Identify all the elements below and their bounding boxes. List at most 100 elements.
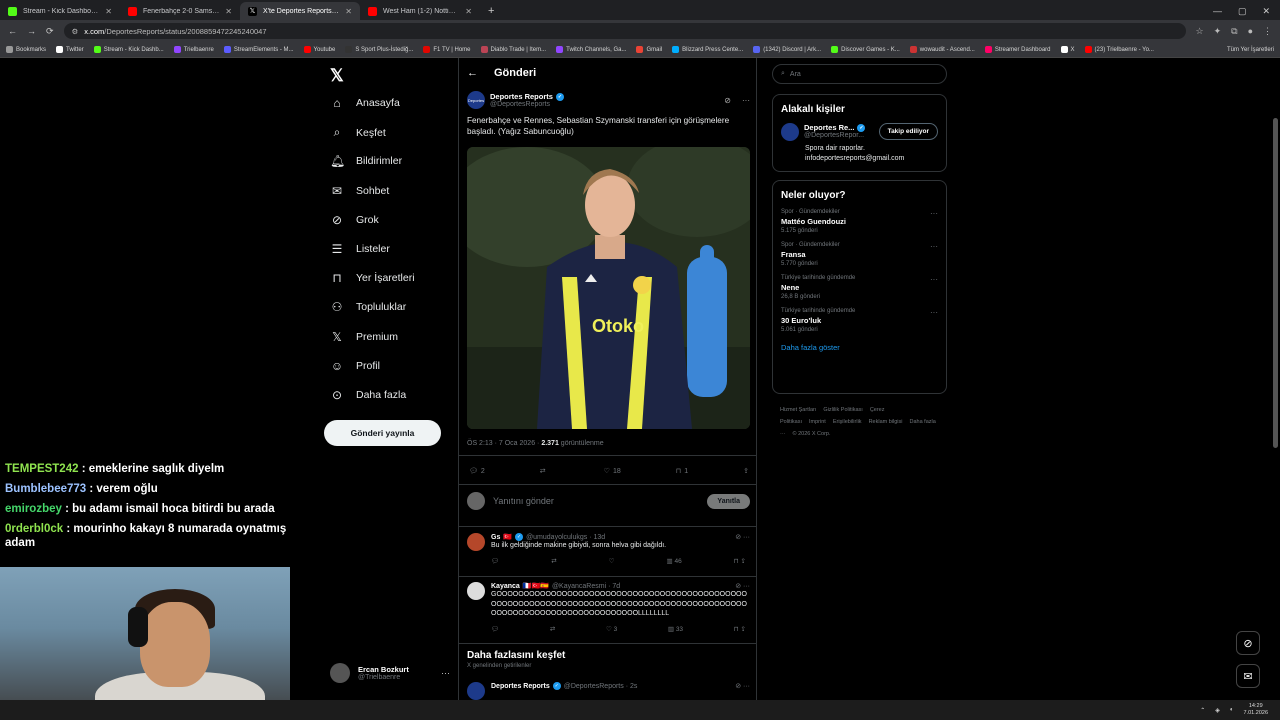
avatar[interactable] <box>467 533 485 551</box>
more-icon[interactable]: ⊘ ··· <box>735 582 750 590</box>
tab-1[interactable]: Fenerbahçe 2-0 Samsunspor | Ö✕ <box>120 2 240 20</box>
trend-item[interactable]: Spor · Gündemdekiler Mattéo Guendouzi 5.17… <box>773 209 946 234</box>
volume-icon[interactable]: ◐ <box>1230 707 1234 713</box>
close-icon[interactable]: ✕ <box>225 7 232 16</box>
bookmark-item[interactable]: wowaudit - Ascend... <box>909 46 975 53</box>
heart-icon[interactable]: ♡ <box>609 557 615 565</box>
bookmark-item[interactable]: Twitch Channels, Ga... <box>556 46 626 53</box>
nav-item-9[interactable]: ☺ Profil <box>330 359 380 373</box>
footer-link[interactable]: © 2026 X Corp. <box>793 431 831 437</box>
footer-link[interactable]: Hizmet Şartları <box>780 407 816 413</box>
bookmark-item[interactable]: Trielbaenre <box>173 46 214 53</box>
footer-link[interactable]: Gizlilik Politikası <box>823 407 862 413</box>
close-icon[interactable]: ✕ <box>465 7 472 16</box>
more-icon[interactable]: ⊘ ··· <box>735 682 750 690</box>
bookmark-item[interactable]: Diablo Trade | Item... <box>480 46 546 53</box>
trend-item[interactable]: Spor · Gündemdekiler Fransa 5.770 gönderi ·… <box>773 242 946 267</box>
more-icon[interactable]: ··· <box>441 668 450 678</box>
x-logo-icon[interactable]: 𝕏 <box>330 66 344 86</box>
bookmark-item[interactable]: Discover Games - K... <box>831 46 900 53</box>
nav-item-6[interactable]: ⊓ Yer İşaretleri <box>330 271 414 285</box>
bookmark-item[interactable]: F1 TV | Home <box>423 46 471 53</box>
back-arrow-icon[interactable]: ← <box>467 67 478 79</box>
comment[interactable]: Gs 🇹🇷 ✓ @umudayolculukgs · 13d ⊘ ··· Bu ilk … <box>467 533 750 565</box>
like-button[interactable]: ♡ 18 <box>604 467 621 476</box>
star-icon[interactable]: ☆ <box>1196 26 1204 37</box>
discover-item[interactable]: Deportes Reports ✓ @DeportesReports · 2s ⊘ … <box>467 682 750 700</box>
close-icon[interactable]: ✕ <box>345 7 352 16</box>
footer-link[interactable]: Erişilebilirlik <box>833 419 862 425</box>
more-icon[interactable]: ··· <box>742 96 750 105</box>
nav-item-8[interactable]: 𝕏 Premium <box>330 330 398 344</box>
repost-button[interactable]: ⇄ <box>540 467 549 475</box>
close-window-icon[interactable]: ✕ <box>1262 6 1270 17</box>
avatar[interactable] <box>467 682 485 700</box>
reply-icon[interactable]: 💬︎ <box>491 625 499 633</box>
more-icon[interactable]: ⊘ ··· <box>735 533 750 541</box>
search-input[interactable]: ⌕ Ara <box>772 64 947 84</box>
views-icon[interactable]: ▥ 33 <box>668 625 683 633</box>
more-icon[interactable]: ··· <box>930 209 938 218</box>
repost-icon[interactable]: ⇄ <box>550 625 555 633</box>
bookmark-item[interactable]: Gmail <box>636 46 662 53</box>
reply-submit-button[interactable]: Yanıtla <box>707 493 750 509</box>
forward-icon[interactable]: → <box>27 26 36 36</box>
bookmark-item[interactable]: StreamElements - M... <box>223 46 294 53</box>
following-button[interactable]: Takip ediliyor <box>878 123 938 140</box>
menu-icon[interactable]: ⋮ <box>1263 26 1272 37</box>
back-icon[interactable]: ← <box>8 26 17 36</box>
avatar[interactable]: Deportes <box>467 91 485 109</box>
more-icon[interactable]: ··· <box>930 275 938 284</box>
tweet-photo[interactable]: Otoko <box>467 147 750 429</box>
views-icon[interactable]: ▥ 46 <box>667 557 682 565</box>
grok-float-icon[interactable]: ⊘ <box>1236 631 1260 655</box>
author-handle[interactable]: @DeportesReports <box>490 101 564 108</box>
post-button[interactable]: Gönderi yayınla <box>324 420 441 446</box>
show-more-link[interactable]: Daha fazla göster <box>773 333 946 362</box>
minimize-icon[interactable]: — <box>1213 6 1222 16</box>
puzzle-icon[interactable]: ⧉ <box>1231 26 1237 37</box>
bookmark-item[interactable]: Blizzard Press Cente... <box>672 46 743 53</box>
bookmark-icon[interactable]: ⊓ ⇪ <box>734 625 746 633</box>
bookmark-item[interactable]: Bookmarks <box>6 46 46 53</box>
reply-input[interactable]: Yanıtını gönder <box>493 496 699 506</box>
reply-button[interactable]: 💬︎ 2 <box>469 467 485 476</box>
avatar[interactable] <box>781 123 799 141</box>
all-bookmarks-link[interactable]: Tüm Yer İşaretleri <box>1227 47 1274 53</box>
trend-item[interactable]: Türkiye tarihinde gündemde Nene 26,8 B gön… <box>773 275 946 300</box>
profile-icon[interactable]: ● <box>1248 26 1253 37</box>
bookmark-item[interactable]: (23) Trielbaenre - Yo... <box>1084 46 1154 53</box>
messages-float-icon[interactable]: ✉ <box>1236 664 1260 688</box>
trend-item[interactable]: Türkiye tarihinde gündemde 30 Euro'luk 5.0… <box>773 308 946 333</box>
nav-item-3[interactable]: ✉ Sohbet <box>330 184 389 198</box>
url-field[interactable]: ⚙ x.com/DeportesReports/status/200885947… <box>63 23 1186 39</box>
close-icon[interactable]: ✕ <box>105 7 112 16</box>
avatar[interactable] <box>467 582 485 600</box>
nav-item-7[interactable]: ⚇ Topluluklar <box>330 300 407 314</box>
tab-3[interactable]: West Ham (1-2) Nottingham F✕ <box>360 2 480 20</box>
nav-item-1[interactable]: ⌕ Keşfet <box>330 125 386 140</box>
share-button[interactable]: ⇪ <box>743 467 749 475</box>
scrollbar[interactable] <box>1273 118 1278 448</box>
bookmark-item[interactable]: Youtube <box>303 46 335 53</box>
extension-icon[interactable]: ✦ <box>1214 26 1222 37</box>
bookmark-item[interactable]: Streamer Dashboard <box>984 46 1051 53</box>
bookmark-item[interactable]: Twitter <box>56 46 84 53</box>
reload-icon[interactable]: ⟳ <box>46 26 54 37</box>
bookmark-item[interactable]: X <box>1060 46 1075 53</box>
heart-icon[interactable]: ♡ 3 <box>606 625 617 633</box>
reply-icon[interactable]: 💬︎ <box>491 557 499 565</box>
nav-item-2[interactable]: 🔔︎ Bildirimler <box>330 154 402 168</box>
author-name[interactable]: Deportes Reports <box>490 92 553 101</box>
footer-link[interactable]: Imprint <box>809 419 826 425</box>
comment[interactable]: Kayanca 🇫🇷🇹🇷🇪🇸 @KayancaResmi · 7d ⊘ ··· GOO… <box>467 582 750 633</box>
site-info-icon[interactable]: ⚙ <box>72 27 79 36</box>
footer-link[interactable]: Reklam bilgisi <box>869 419 903 425</box>
repost-icon[interactable]: ⇄ <box>551 557 556 565</box>
network-icon[interactable]: ◈ <box>1215 707 1220 714</box>
more-icon[interactable]: ··· <box>930 242 938 251</box>
clock[interactable]: 14:29 7.01.2026 <box>1244 703 1268 717</box>
bookmark-item[interactable]: S Sport Plus-İstediğ... <box>345 46 413 53</box>
nav-item-10[interactable]: ⊙ Daha fazla <box>330 388 406 402</box>
bookmark-icon[interactable]: ⊓ ⇪ <box>734 557 746 565</box>
